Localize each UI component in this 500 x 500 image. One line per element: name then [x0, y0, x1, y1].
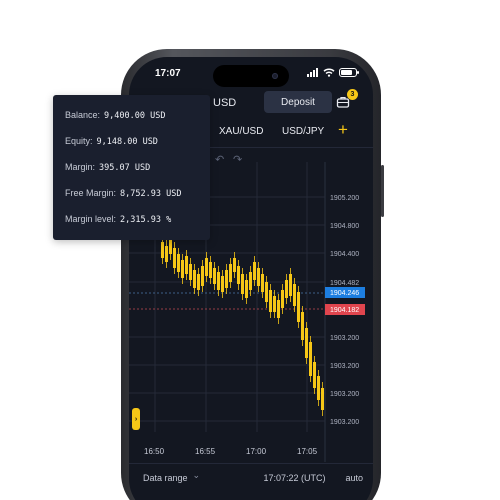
battery-icon: [339, 68, 359, 77]
free-margin-row: Free Margin: 8,752.93 USD: [65, 188, 181, 199]
candle-body: [281, 290, 284, 308]
candle-body: [205, 258, 208, 276]
candle-body: [313, 362, 316, 388]
balance-value: 9,400.00 USD: [104, 111, 166, 121]
ask-price-value: 1904.246: [330, 290, 359, 297]
candle-body: [273, 296, 276, 312]
margin-level-value: 2,315.93 %: [120, 215, 172, 225]
candle-body: [181, 260, 184, 278]
margin-level-row: Margin level: 2,315.93 %: [65, 214, 171, 225]
candle-body: [293, 284, 296, 306]
add-instrument-button[interactable]: +: [338, 121, 348, 138]
margin-label: Margin:: [65, 162, 96, 172]
status-icons: [307, 68, 359, 77]
bottom-bar: Data range ⌄ 17:07:22 (UTC) auto: [143, 470, 363, 483]
bottom-divider: [129, 463, 373, 464]
candle-body: [321, 388, 324, 410]
stage: 17:07 USD Deposit 3 XAU/USD USD/JPY + ↶ …: [0, 0, 500, 500]
candle-body: [317, 376, 320, 400]
x-axis-label: 17:00: [246, 447, 267, 456]
y-axis-label: 1904.800: [330, 223, 359, 230]
candle-body: [185, 256, 188, 274]
candle-body: [165, 246, 168, 262]
y-axis-label: 1904.400: [330, 251, 359, 258]
candle-body: [261, 274, 264, 292]
y-axis-label: 1905.200: [330, 195, 359, 202]
candle-body: [233, 258, 236, 272]
x-axis-label: 16:50: [144, 447, 165, 456]
candle-body: [201, 266, 204, 286]
bid-price-value: 1904.182: [330, 307, 359, 314]
candle-body: [209, 262, 212, 278]
account-currency[interactable]: USD: [213, 97, 236, 109]
candle-body: [265, 282, 268, 302]
data-range-label[interactable]: Data range: [143, 473, 188, 483]
candle-body: [173, 248, 176, 268]
candle-body: [221, 276, 224, 292]
x-axis-label: 16:55: [195, 447, 216, 456]
x-axis-label: 17:05: [297, 447, 318, 456]
candle-body: [229, 264, 232, 282]
candle-body: [253, 262, 256, 280]
candle-body: [285, 280, 288, 298]
dynamic-island: [213, 65, 289, 87]
candle-body: [277, 300, 280, 318]
tab-usd-jpy[interactable]: USD/JPY: [282, 126, 324, 137]
candle-body: [177, 254, 180, 272]
candle-body: [269, 290, 272, 312]
candle-body: [301, 312, 304, 340]
notifications-badge: 3: [347, 89, 358, 100]
equity-row: Equity: 9,148.00 USD: [65, 136, 158, 147]
auto-scale-toggle[interactable]: auto: [345, 473, 363, 483]
status-time: 17:07: [155, 68, 181, 79]
chart-handle[interactable]: ›: [132, 408, 140, 430]
candle-body: [297, 292, 300, 322]
candle-body: [245, 280, 248, 298]
margin-value: 395.07 USD: [99, 163, 151, 173]
candle-body: [249, 272, 252, 290]
tab-xau-usd[interactable]: XAU/USD: [219, 126, 263, 137]
candle-body: [305, 328, 308, 358]
margin-level-label: Margin level:: [65, 214, 117, 224]
y-axis-label: 1903.200: [330, 335, 359, 342]
y-axis-label: 1904.482: [330, 280, 359, 287]
candle-body: [289, 274, 292, 296]
candles: [161, 234, 324, 416]
deposit-button[interactable]: Deposit: [264, 91, 332, 113]
candle-body: [309, 342, 312, 376]
server-time: 17:07:22 (UTC): [263, 472, 326, 483]
candle-body: [193, 270, 196, 288]
candle-body: [257, 268, 260, 286]
candle-body: [237, 266, 240, 284]
candle-body: [213, 268, 216, 284]
wifi-icon: [323, 68, 335, 77]
candle-body: [169, 240, 172, 254]
y-axis-label: 1903.200: [330, 363, 359, 370]
account-info-popup: Balance: 9,400.00 USD Equity: 9,148.00 USD…: [53, 95, 210, 240]
balance-label: Balance:: [65, 110, 101, 120]
equity-label: Equity:: [65, 136, 93, 146]
balance-row: Balance: 9,400.00 USD: [65, 110, 165, 121]
camera-icon: [272, 73, 278, 79]
chevron-down-icon[interactable]: ⌄: [193, 470, 201, 481]
y-axis-label: 1903.200: [330, 419, 359, 426]
y-axis-label: 1903.200: [330, 391, 359, 398]
free-margin-label: Free Margin:: [65, 188, 117, 198]
signal-icon: [307, 68, 319, 77]
margin-row: Margin: 395.07 USD: [65, 162, 150, 173]
equity-value: 9,148.00 USD: [96, 137, 158, 147]
candle-body: [161, 242, 164, 258]
candle-body: [197, 274, 200, 290]
candle-body: [225, 270, 228, 288]
free-margin-value: 8,752.93 USD: [120, 189, 182, 199]
candle-body: [217, 272, 220, 290]
candle-body: [189, 264, 192, 280]
side-button: [381, 165, 384, 217]
candle-body: [241, 274, 244, 294]
